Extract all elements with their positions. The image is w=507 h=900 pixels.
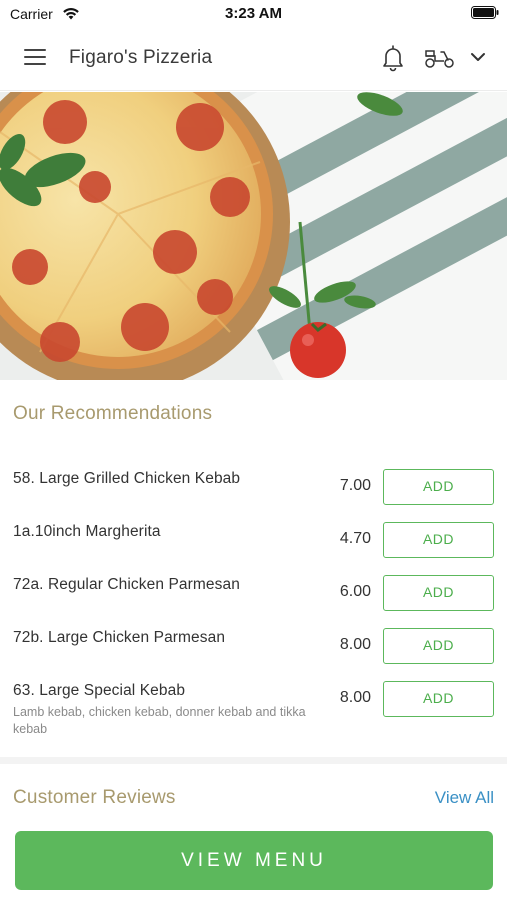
app-title: Figaro's Pizzeria <box>69 47 213 68</box>
add-button[interactable]: ADD <box>383 628 494 664</box>
chevron-down-icon[interactable] <box>470 51 486 63</box>
status-bar: Carrier 3:23 AM <box>0 0 507 26</box>
add-button[interactable]: ADD <box>383 681 494 717</box>
pizza-illustration <box>0 92 507 380</box>
scooter-icon[interactable] <box>424 47 456 69</box>
item-description: Lamb kebab, chicken kebab, donner kebab … <box>13 705 306 736</box>
view-all-link[interactable]: View All <box>435 788 494 808</box>
hero-image <box>0 92 507 380</box>
app-header: Figaro's Pizzeria <box>0 27 507 91</box>
list-item: 58. Large Grilled Chicken Kebab 7.00 ADD <box>0 460 507 513</box>
item-price: 8.00 <box>339 689 371 706</box>
recommendations-title: Our Recommendations <box>13 403 213 424</box>
view-menu-button[interactable]: VIEW MENU <box>15 831 493 890</box>
status-time: 3:23 AM <box>225 5 282 22</box>
section-divider <box>0 757 507 764</box>
add-button[interactable]: ADD <box>383 469 494 505</box>
item-name: 1a.10inch Margherita <box>13 523 161 540</box>
list-item: 1a.10inch Margherita 4.70 ADD <box>0 513 507 566</box>
add-button[interactable]: ADD <box>383 575 494 611</box>
item-name: 58. Large Grilled Chicken Kebab <box>13 470 241 487</box>
item-price: 4.70 <box>339 530 371 547</box>
item-name: 72a. Regular Chicken Parmesan <box>13 576 240 593</box>
item-price: 6.00 <box>339 583 371 600</box>
bell-icon[interactable] <box>381 44 405 72</box>
item-price: 7.00 <box>339 477 371 494</box>
battery-icon <box>471 6 499 19</box>
list-item: 72a. Regular Chicken Parmesan 6.00 ADD <box>0 566 507 619</box>
add-button[interactable]: ADD <box>383 522 494 558</box>
list-item: 72b. Large Chicken Parmesan 8.00 ADD <box>0 619 507 672</box>
item-name: 72b. Large Chicken Parmesan <box>13 629 226 646</box>
item-name: 63. Large Special Kebab <box>13 682 186 699</box>
item-price: 8.00 <box>339 636 371 653</box>
menu-icon[interactable] <box>24 49 46 67</box>
reviews-title: Customer Reviews <box>13 787 176 808</box>
list-item: 63. Large Special Kebab Lamb kebab, chic… <box>0 672 507 742</box>
